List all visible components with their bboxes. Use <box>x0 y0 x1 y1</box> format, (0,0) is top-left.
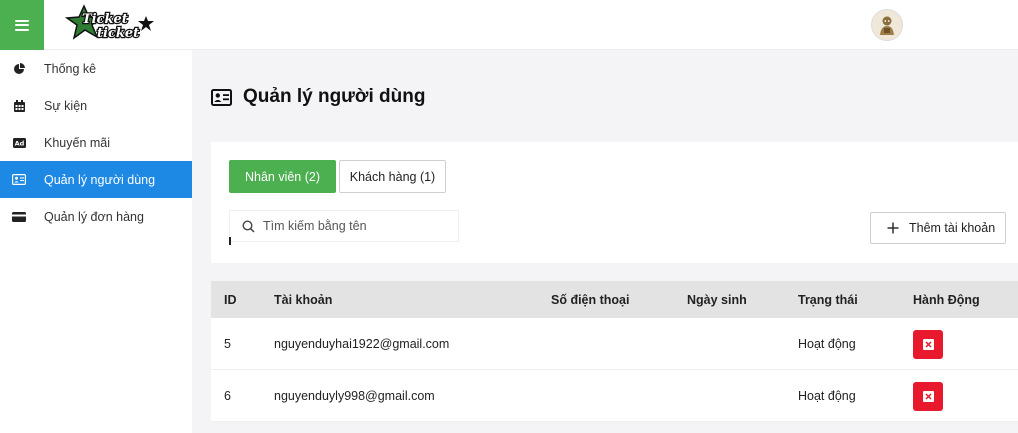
tab-customers[interactable]: Khách hàng (1) <box>339 160 446 193</box>
sidebar: Thống kê Sự kiện Ad Khuyến mãi Quản lý n… <box>0 50 192 433</box>
hamburger-icon <box>15 19 29 31</box>
column-header-id: ID <box>224 293 237 307</box>
cell-id: 6 <box>224 389 231 403</box>
table-row: 5 nguyenduyhai1922@gmail.com Hoạt động <box>211 318 1018 370</box>
avatar-icon <box>880 16 894 35</box>
ad-icon: Ad <box>12 136 26 150</box>
divider-mark <box>229 237 231 245</box>
top-bar: Ticket ticket <box>0 0 1018 50</box>
sidebar-item-promotions[interactable]: Ad Khuyến mãi <box>0 124 192 161</box>
table-header: ID Tài khoản Số điện thoại Ngày sinh Trạ… <box>211 281 1018 318</box>
column-header-status: Trạng thái <box>798 293 858 307</box>
column-header-account: Tài khoản <box>274 293 333 307</box>
logo-text-line2: ticket <box>97 26 139 41</box>
column-header-actions: Hành Động <box>913 293 980 307</box>
toolbar-card: Nhân viên (2) Khách hàng (1) Thêm tài kh… <box>211 142 1018 263</box>
cell-status: Hoạt động <box>798 337 856 351</box>
sidebar-item-order-management[interactable]: Quản lý đơn hàng <box>0 198 192 235</box>
calendar-icon <box>12 99 26 113</box>
page-header: Quản lý người dùng <box>211 84 425 110</box>
id-card-icon <box>12 173 26 187</box>
id-card-icon <box>211 88 232 106</box>
menu-toggle-button[interactable] <box>0 0 44 50</box>
sidebar-item-label: Quản lý đơn hàng <box>44 209 144 224</box>
sidebar-item-label: Thống kê <box>44 61 97 76</box>
cell-account: nguyenduyhai1922@gmail.com <box>274 337 450 351</box>
search-box <box>229 210 459 242</box>
sidebar-item-label: Khuyến mãi <box>44 135 111 150</box>
page-title: Quản lý người dùng <box>243 86 426 107</box>
ticket-ticket-logo[interactable]: Ticket ticket <box>64 4 156 44</box>
search-icon <box>242 220 255 233</box>
plus-icon <box>887 222 899 234</box>
logo-text-line1: Ticket <box>82 12 128 27</box>
sidebar-item-label: Sự kiện <box>44 98 88 113</box>
pie-chart-icon <box>12 62 26 76</box>
sidebar-item-user-management[interactable]: Quản lý người dùng <box>0 161 192 198</box>
add-account-label: Thêm tài khoản <box>909 221 996 235</box>
tab-staff[interactable]: Nhân viên (2) <box>229 160 336 193</box>
credit-card-icon <box>12 210 26 224</box>
sidebar-item-label: Quản lý người dùng <box>44 172 156 187</box>
delete-button[interactable] <box>913 330 943 359</box>
add-account-button[interactable]: Thêm tài khoản <box>870 212 1006 244</box>
close-icon <box>922 339 934 350</box>
search-input[interactable] <box>263 211 453 241</box>
cell-status: Hoạt động <box>798 389 856 403</box>
close-icon <box>922 391 934 402</box>
sidebar-item-statistics[interactable]: Thống kê <box>0 50 192 87</box>
table-row: 6 nguyenduyly998@gmail.com Hoạt động <box>211 370 1018 422</box>
delete-button[interactable] <box>913 382 943 411</box>
svg-text:Ad: Ad <box>14 139 24 147</box>
column-header-dob: Ngày sinh <box>687 293 747 307</box>
column-header-phone: Số điện thoại <box>551 293 630 307</box>
cell-id: 5 <box>224 337 231 351</box>
user-avatar[interactable] <box>871 9 903 41</box>
cell-account: nguyenduyly998@gmail.com <box>274 389 435 403</box>
sidebar-item-events[interactable]: Sự kiện <box>0 87 192 124</box>
